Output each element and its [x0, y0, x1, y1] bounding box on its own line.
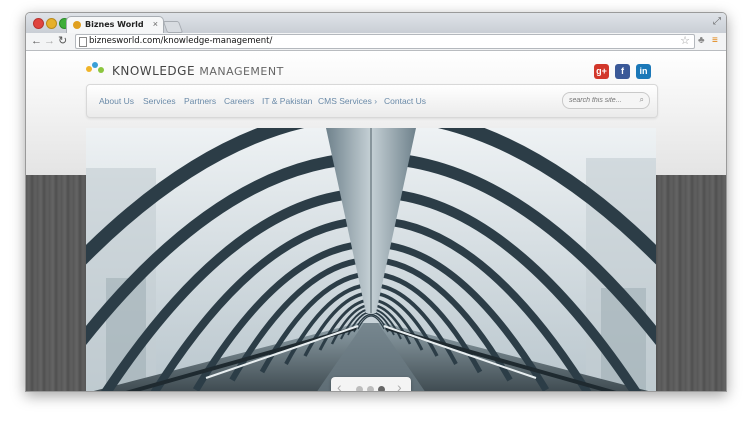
search-input[interactable] — [569, 94, 635, 106]
facebook-icon[interactable]: f — [615, 64, 630, 79]
googleplus-icon[interactable]: g+ — [594, 64, 609, 79]
logo-text: KNOWLEDGE MANAGEMENT — [112, 64, 284, 78]
reload-icon[interactable]: ↻ — [58, 35, 67, 47]
slider-dot-3[interactable] — [378, 386, 385, 391]
glass-tunnel-image — [86, 128, 656, 391]
logo-word-management: MANAGEMENT — [199, 65, 284, 78]
back-arrow-icon[interactable]: ← — [31, 35, 42, 47]
tab-strip: Biznes World × ⤢ — [26, 13, 726, 34]
nav-partners[interactable]: Partners — [184, 96, 216, 106]
browser-tab[interactable]: Biznes World × — [66, 16, 164, 34]
slider-prev-button[interactable]: ‹ — [337, 379, 342, 391]
browser-window: Biznes World × ⤢ ← → ↻ biznesworld.com/k… — [25, 12, 727, 392]
nav-it-pakistan[interactable]: IT & Pakistan — [262, 96, 312, 106]
address-bar[interactable]: biznesworld.com/knowledge-management/ ☆ — [75, 34, 695, 49]
forward-arrow-icon[interactable]: → — [44, 35, 55, 47]
main-navigation: About Us Services Partners Careers IT & … — [86, 84, 658, 118]
favicon-icon — [73, 21, 81, 29]
nav-careers[interactable]: Careers — [224, 96, 254, 106]
star-icon[interactable]: ☆ — [680, 34, 690, 47]
logo-word-knowledge: KNOWLEDGE — [112, 64, 196, 78]
slider-controls: ‹ › — [331, 377, 411, 391]
new-tab-button[interactable] — [162, 21, 184, 33]
slider-dot-2[interactable] — [367, 386, 374, 391]
linkedin-icon[interactable]: in — [636, 64, 651, 79]
close-window-button[interactable] — [33, 18, 44, 29]
nav-cms-services[interactable]: CMS Services › — [318, 96, 377, 106]
slider-dot-1[interactable] — [356, 386, 363, 391]
url-text[interactable]: biznesworld.com/knowledge-management/ — [89, 36, 272, 46]
minimize-window-button[interactable] — [46, 18, 57, 29]
search-icon[interactable]: ⌕ — [640, 95, 644, 105]
nav-about-us[interactable]: About Us — [99, 96, 134, 106]
browser-toolbar: ← → ↻ biznesworld.com/knowledge-manageme… — [26, 33, 726, 51]
page-icon — [79, 37, 87, 47]
fullscreen-icon[interactable]: ⤢ — [713, 16, 721, 27]
tab-title: Biznes World — [85, 20, 144, 29]
extension-icon[interactable]: ♣ — [698, 35, 705, 47]
slider-next-button[interactable]: › — [397, 379, 402, 391]
tab-close-icon[interactable]: × — [153, 19, 158, 29]
hero-slide-image — [86, 128, 656, 391]
nav-services[interactable]: Services — [143, 96, 176, 106]
nav-contact-us[interactable]: Contact Us — [384, 96, 426, 106]
site-search: ⌕ — [562, 92, 650, 109]
menu-icon[interactable]: ≡ — [712, 35, 718, 47]
web-page: KNOWLEDGE MANAGEMENT g+ f in About Us Se… — [26, 51, 726, 391]
